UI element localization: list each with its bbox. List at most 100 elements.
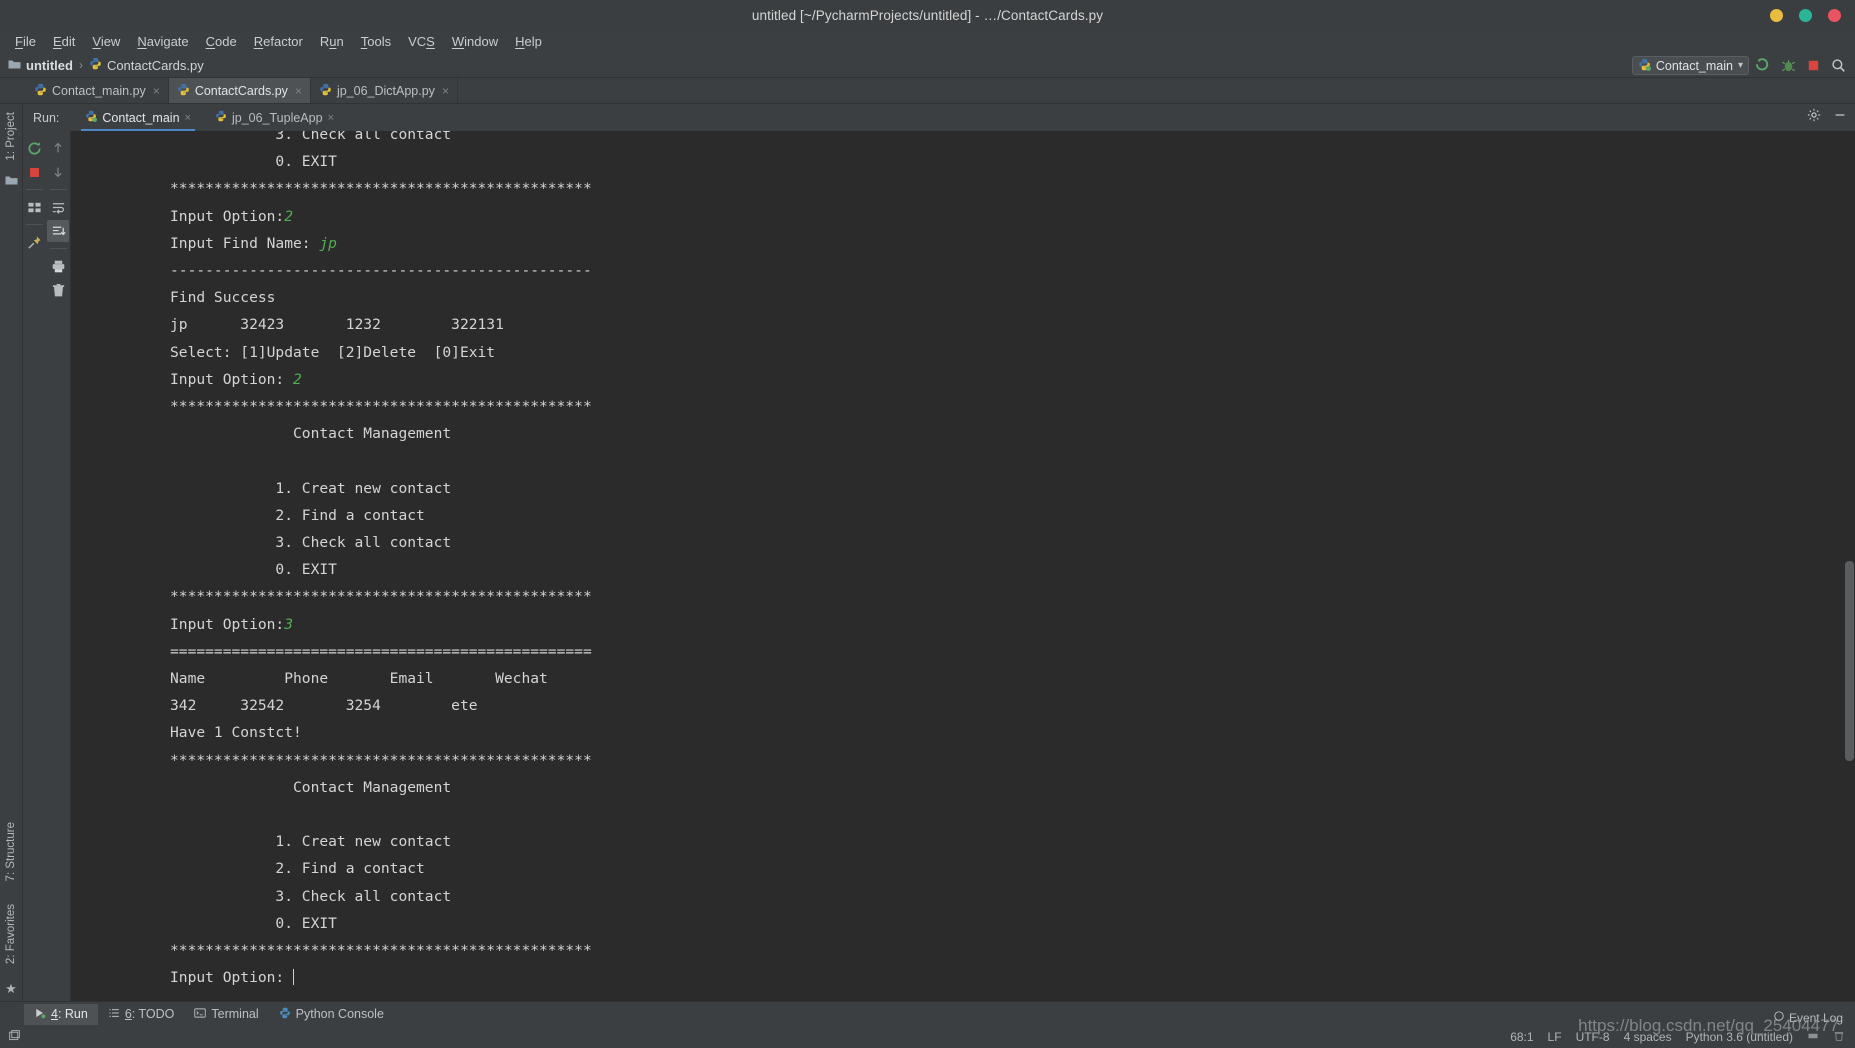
run-tab-label: jp_06_TupleApp (231, 110, 323, 125)
sidebar-item-structure[interactable]: 7: Structure (5, 818, 17, 885)
console-scroll-area: 3. Check all contact 0. EXIT ***********… (71, 131, 1855, 1001)
menu-file[interactable]: File (7, 32, 44, 51)
main-body: 1: Project 7: Structure 2: Favorites ★ R… (0, 104, 1855, 1001)
editor-tab-dictapp[interactable]: jp_06_DictApp.py × (311, 78, 458, 103)
python-interpreter[interactable]: Python 3.6 (untitled) (1686, 1030, 1793, 1044)
menu-edit[interactable]: Edit (45, 32, 83, 51)
scroll-to-end-icon[interactable] (47, 220, 70, 242)
close-button[interactable] (1828, 8, 1841, 22)
layout-icon[interactable] (24, 196, 46, 218)
status-bar-right: 68:1 LF UTF-8 4 spaces Python 3.6 (untit… (1510, 1030, 1845, 1045)
close-icon[interactable]: × (185, 112, 191, 124)
bottom-tab-run[interactable]: 4: Run (24, 1003, 98, 1025)
scroll-up-icon[interactable] (47, 137, 69, 159)
console-user-input: 3 (284, 615, 294, 633)
line-separator[interactable]: LF (1548, 1030, 1562, 1044)
toggle-tool-window-icon[interactable] (8, 1029, 21, 1045)
menu-view[interactable]: View (84, 32, 128, 51)
editor-tabs: Contact_main.py × ContactCards.py × jp_0… (0, 78, 1855, 104)
editor-tab-contact-main[interactable]: Contact_main.py × (26, 78, 169, 103)
divider (26, 224, 44, 225)
folder-icon[interactable] (5, 173, 18, 191)
breadcrumb-file[interactable]: ContactCards.py (89, 57, 204, 73)
pin-icon[interactable] (24, 231, 46, 253)
run-button[interactable] (1752, 56, 1774, 76)
todo-list-icon (108, 1007, 120, 1022)
console-caret (293, 969, 295, 986)
bottom-tab-label: 4: Run (51, 1007, 88, 1021)
event-log-label: Event Log (1788, 1010, 1843, 1025)
console-vertical-scrollbar[interactable] (1845, 561, 1854, 761)
python-file-icon (177, 83, 190, 99)
sidebar-item-favorites[interactable]: 2: Favorites (5, 900, 17, 968)
terminal-icon (194, 1007, 207, 1022)
print-icon[interactable] (47, 255, 69, 277)
menu-code[interactable]: Code (198, 32, 245, 51)
menu-run[interactable]: Run (312, 32, 352, 51)
menu-tools[interactable]: Tools (353, 32, 399, 51)
caret-position[interactable]: 68:1 (1510, 1030, 1533, 1044)
bottom-tab-python-console[interactable]: Python Console (269, 1004, 394, 1025)
menu-refactor[interactable]: Refactor (246, 32, 311, 51)
favorites-label: 2: Favorites (5, 903, 17, 964)
bottom-tab-terminal[interactable]: Terminal (184, 1004, 268, 1025)
python-file-icon (215, 110, 227, 125)
memory-indicator-icon[interactable] (1807, 1030, 1819, 1045)
rerun-icon[interactable] (24, 137, 46, 159)
debug-button[interactable] (1777, 56, 1799, 76)
hide-minimize-icon[interactable] (1833, 108, 1847, 127)
search-icon[interactable] (1827, 56, 1849, 76)
menu-help[interactable]: Help (507, 32, 550, 51)
run-content-row: 3. Check all contact 0. EXIT ***********… (23, 131, 1855, 1001)
close-icon[interactable]: × (328, 112, 334, 124)
indent-setting[interactable]: 4 spaces (1624, 1030, 1672, 1044)
scroll-down-icon[interactable] (47, 161, 69, 183)
stop-button[interactable] (1802, 56, 1824, 76)
python-file-icon (89, 57, 102, 73)
chevron-down-icon[interactable]: ▾ (1738, 60, 1743, 71)
console-output-panel[interactable]: 3. Check all contact 0. EXIT ***********… (71, 131, 1855, 1001)
close-icon[interactable]: × (295, 84, 302, 98)
soft-wrap-icon[interactable] (47, 196, 69, 218)
stop-icon[interactable] (24, 161, 46, 183)
editor-tab-label: Contact_main.py (52, 83, 146, 98)
python-icon (279, 1007, 291, 1022)
minimize-button[interactable] (1770, 8, 1783, 22)
run-tool-window: Run: Contact_main × jp_06_TupleApp × 3. … (23, 104, 1855, 1001)
run-config-label: Contact_main (1655, 58, 1733, 73)
breadcrumb-project-label: untitled (26, 57, 73, 73)
run-toolbar-col-left (23, 131, 47, 1001)
maximize-button[interactable] (1799, 8, 1812, 22)
trash-icon[interactable] (47, 279, 69, 301)
console-output-text: 3. Check all contact 0. EXIT ***********… (170, 131, 592, 987)
toolbar-right: Contact_main ▾ (1631, 53, 1849, 78)
menu-vcs[interactable]: VCS (400, 32, 443, 51)
editor-tab-label: ContactCards.py (194, 83, 288, 98)
breadcrumb-project[interactable]: untitled (8, 58, 73, 73)
run-configuration-selector[interactable]: Contact_main ▾ (1631, 56, 1749, 75)
run-toolbar (23, 131, 71, 1001)
left-tool-strip: 1: Project 7: Structure 2: Favorites ★ (0, 104, 23, 1001)
navigation-bar: untitled › ContactCards.py Contact_main … (0, 53, 1855, 78)
menu-navigate[interactable]: Navigate (129, 32, 196, 51)
run-window-label: Run: (33, 110, 60, 125)
divider (49, 189, 67, 190)
event-log-button[interactable]: Event Log (1773, 1010, 1843, 1025)
settings-gear-icon[interactable] (1807, 108, 1821, 127)
divider (26, 189, 44, 190)
python-file-icon (319, 83, 332, 99)
editor-tab-contactcards[interactable]: ContactCards.py × (168, 78, 311, 103)
run-tab-contact-main[interactable]: Contact_main × (81, 104, 195, 131)
run-tab-tupleapp[interactable]: jp_06_TupleApp × (211, 104, 338, 131)
close-icon[interactable]: × (442, 84, 449, 98)
breadcrumb-separator: › (78, 58, 83, 72)
close-icon[interactable]: × (153, 84, 160, 98)
project-label: 1: Project (5, 112, 17, 161)
trash-status-icon[interactable] (1833, 1030, 1845, 1045)
breadcrumb-file-label: ContactCards.py (106, 57, 204, 73)
bottom-tab-todo[interactable]: 6: TODO (98, 1004, 185, 1025)
file-encoding[interactable]: UTF-8 (1576, 1030, 1610, 1044)
menu-window[interactable]: Window (444, 32, 506, 51)
sidebar-item-project[interactable]: 1: Project (5, 108, 17, 165)
editor-tab-label: jp_06_DictApp.py (336, 83, 435, 98)
